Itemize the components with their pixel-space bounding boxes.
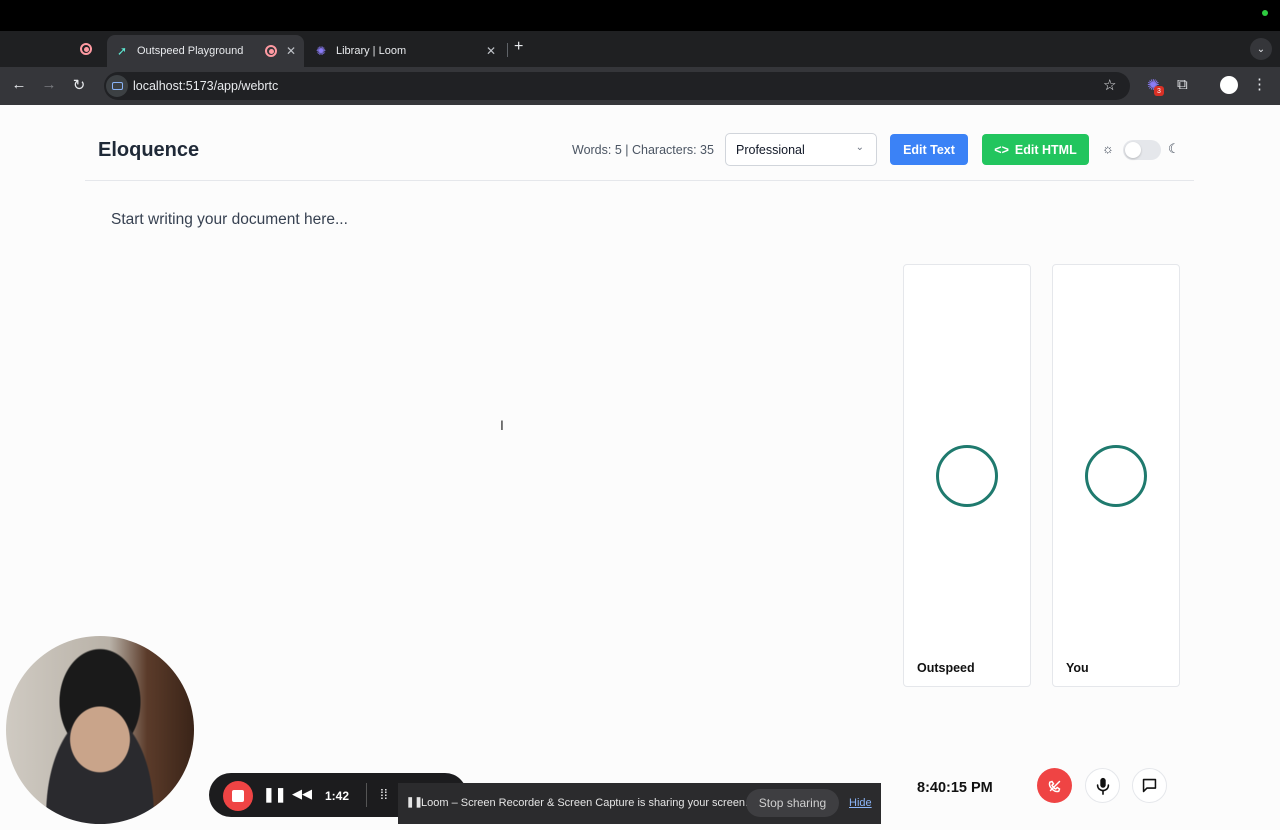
tone-select[interactable]: Professional ⌄ — [725, 133, 877, 166]
close-tab-icon[interactable]: ✕ — [286, 44, 296, 58]
tone-selected-value: Professional — [736, 143, 805, 157]
stop-sharing-button[interactable]: Stop sharing — [746, 789, 839, 817]
chat-button[interactable] — [1132, 768, 1167, 803]
profile-avatar[interactable] — [1220, 76, 1238, 94]
reload-icon[interactable]: ↻ — [69, 76, 89, 94]
tab-title: Library | Loom — [336, 45, 407, 57]
tab-separator — [507, 43, 508, 57]
edit-html-button[interactable]: <> Edit HTML — [982, 134, 1089, 165]
chat-bubble-icon — [1142, 778, 1157, 793]
recording-indicator-icon — [1262, 10, 1268, 16]
forward-arrow-icon[interactable]: → — [39, 76, 59, 93]
loom-stop-recording-button[interactable] — [223, 781, 253, 811]
outspeed-logo-icon: ➚ — [116, 44, 128, 58]
participant-label: Outspeed — [917, 661, 975, 675]
participant-card-you: You — [1052, 264, 1180, 687]
loom-rewind-icon[interactable]: ◀◀ — [292, 786, 312, 802]
extension-badge: 3 — [1154, 86, 1164, 96]
edit-text-button[interactable]: Edit Text — [890, 134, 968, 165]
sun-icon: ☼ — [1102, 141, 1114, 156]
site-info-icon[interactable] — [106, 75, 128, 97]
window-titlebar — [0, 0, 1280, 31]
loom-pause-icon[interactable]: ❚❚ — [263, 786, 286, 803]
tab-search-chevron-icon[interactable]: ⌄ — [1250, 38, 1272, 60]
recording-tab-icon — [80, 43, 92, 55]
document-editor[interactable]: Start writing your document here... — [111, 211, 348, 229]
share-message: Loom – Screen Recorder & Screen Capture … — [421, 797, 749, 809]
loom-divider — [366, 783, 367, 807]
audio-visualizer-ring — [936, 445, 998, 507]
tab-title: Outspeed Playground — [137, 45, 244, 57]
new-tab-button[interactable]: + — [514, 38, 523, 56]
back-arrow-icon[interactable]: ← — [9, 76, 29, 93]
participant-card-outspeed: Outspeed — [903, 264, 1031, 687]
audio-visualizer-ring — [1085, 445, 1147, 507]
browser-menu-icon[interactable]: ⋮ — [1252, 75, 1267, 93]
microphone-icon — [1096, 777, 1109, 795]
phone-off-icon — [1048, 780, 1060, 792]
hide-link[interactable]: Hide — [849, 797, 872, 809]
close-tab-icon[interactable]: ✕ — [486, 44, 496, 58]
loom-logo-icon: ✺ — [315, 44, 327, 58]
bookmark-star-icon[interactable]: ☆ — [1103, 76, 1116, 94]
code-icon: <> — [994, 142, 1009, 157]
url-text[interactable]: localhost:5173/app/webrtc — [133, 79, 278, 93]
theme-toggle[interactable] — [1123, 140, 1161, 160]
tab-library-loom[interactable]: ✺ Library | Loom ✕ — [306, 36, 504, 66]
word-character-count: Words: 5 | Characters: 35 — [572, 143, 714, 157]
app-logo: Eloquence — [98, 139, 200, 161]
tab-outspeed-playground[interactable]: ➚ Outspeed Playground ✕ — [107, 35, 304, 67]
recording-tab-icon — [265, 45, 277, 57]
edit-html-label: Edit HTML — [1014, 142, 1077, 157]
toggle-knob — [1125, 142, 1141, 158]
loom-webcam-bubble[interactable] — [6, 636, 194, 824]
hang-up-button[interactable] — [1037, 768, 1072, 803]
session-clock: 8:40:15 PM — [917, 780, 993, 796]
participant-label: You — [1066, 661, 1089, 675]
moon-icon: ☾ — [1168, 141, 1180, 156]
extensions-puzzle-icon[interactable]: ⧉ — [1177, 76, 1188, 93]
app-header: Eloquence Words: 5 | Characters: 35 Prof… — [85, 105, 1194, 181]
microphone-button[interactable] — [1085, 768, 1120, 803]
loom-drag-handle-icon[interactable]: ⁞⁞ — [380, 786, 388, 802]
text-cursor-icon: I — [500, 417, 504, 433]
loom-elapsed-time: 1:42 — [325, 789, 350, 803]
stop-icon — [232, 790, 244, 802]
chevron-down-icon: ⌄ — [855, 142, 864, 153]
